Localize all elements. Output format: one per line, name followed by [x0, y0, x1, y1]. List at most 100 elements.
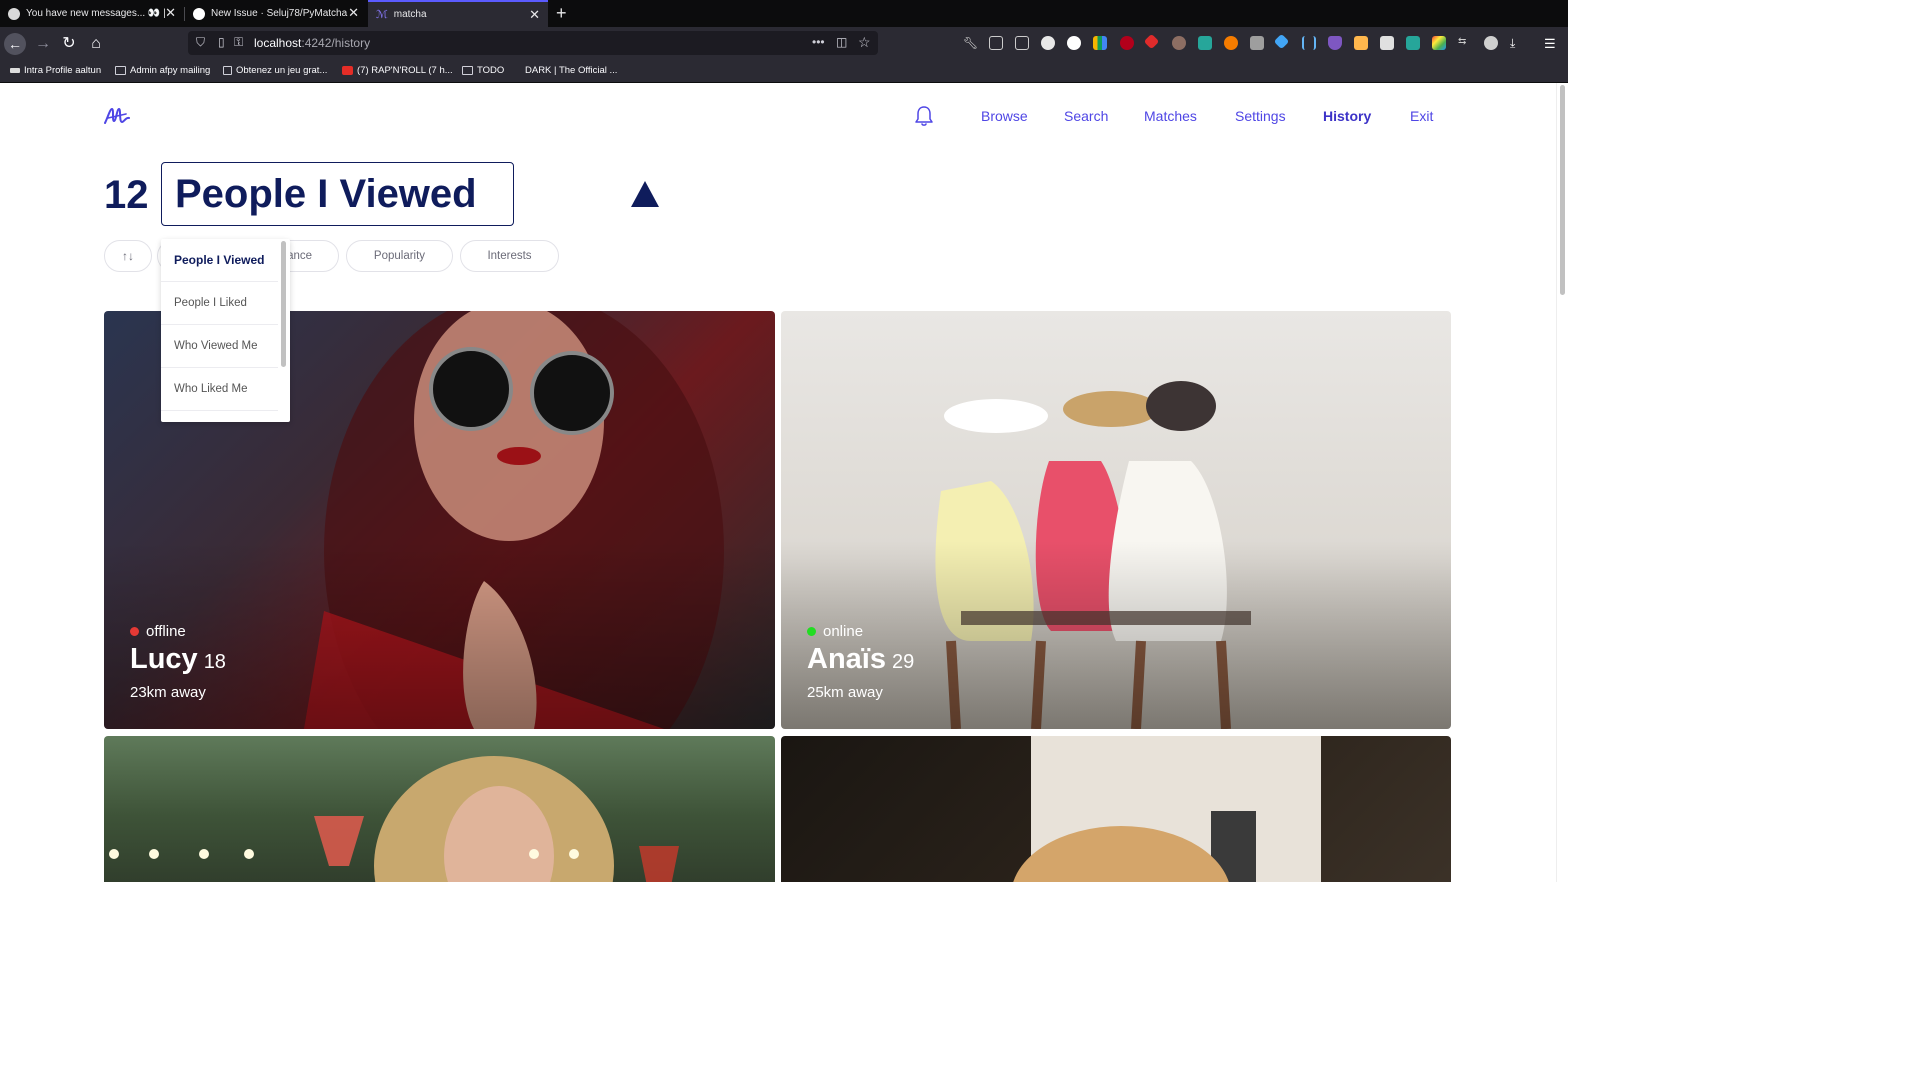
close-icon[interactable]: ✕ — [348, 6, 359, 20]
selected-view-label: People I Viewed — [175, 171, 477, 216]
profile-card[interactable] — [104, 736, 775, 882]
orange-ext-icon[interactable] — [1224, 36, 1238, 50]
bookmark-favicon — [515, 66, 521, 75]
url-text: localhost:4242/history — [254, 36, 371, 50]
color-ext-icon[interactable] — [1432, 36, 1446, 50]
arrows-ext-icon[interactable]: ⇆ — [1458, 36, 1472, 50]
tab-title: matcha — [393, 9, 427, 20]
reload-icon[interactable]: ↻ — [58, 33, 80, 55]
hamburger-menu-icon[interactable]: ☰ — [1544, 36, 1558, 51]
dropdown-option-who-liked-me[interactable]: Who Liked Me — [161, 368, 278, 411]
profile-age: 29 — [891, 651, 915, 673]
notification-ext-icon[interactable] — [1354, 36, 1368, 50]
columns-ext-icon[interactable] — [1302, 36, 1316, 50]
filter-interests-button[interactable]: Interests — [460, 240, 559, 272]
url-bar[interactable]: ⛉ ▯ ⚿ localhost:4242/history ••• ◫ ☆ — [188, 31, 878, 55]
profile-card[interactable] — [781, 736, 1451, 882]
teal-ext-icon[interactable] — [1198, 36, 1212, 50]
filter-popularity-button[interactable]: Popularity — [346, 240, 453, 272]
close-icon[interactable]: ✕ — [529, 8, 540, 22]
profile-name-text: Lucy — [130, 643, 198, 675]
nav-matches[interactable]: Matches — [1144, 108, 1197, 124]
bookmark-folder[interactable]: TODO — [462, 65, 504, 76]
apps-grid-icon[interactable] — [1380, 36, 1394, 50]
tab-matcha[interactable]: ℳ matcha ✕ — [368, 0, 548, 27]
matcha-logo-icon: ℳ — [376, 8, 388, 21]
shield-icon[interactable]: ⛉ — [196, 35, 205, 50]
nav-settings[interactable]: Settings — [1235, 108, 1286, 124]
dropdown-option-people-i-liked[interactable]: People I Liked — [161, 282, 278, 325]
dropdown-scrollbar[interactable] — [281, 241, 286, 367]
nav-exit[interactable]: Exit — [1410, 108, 1433, 124]
tab-github-issue[interactable]: New Issue · Seluj78/PyMatcha ✕ — [185, 0, 367, 27]
red-ext-icon[interactable] — [1143, 33, 1160, 50]
dropdown-option-people-i-viewed[interactable]: People I Viewed — [161, 239, 278, 282]
scrollbar-thumb[interactable] — [1560, 85, 1565, 295]
bell-icon[interactable] — [914, 105, 934, 127]
profile-name-text: Anaïs — [807, 643, 886, 675]
status-indicator: online — [807, 623, 863, 640]
nav-search[interactable]: Search — [1064, 108, 1108, 124]
purple-ext-icon[interactable] — [1328, 36, 1342, 50]
browser-tab-bar: You have new messages... 👀 | ✕ New Issue… — [0, 0, 1568, 27]
moon-ext-icon[interactable] — [1484, 36, 1498, 50]
folder-icon — [462, 66, 473, 75]
nav-browse[interactable]: Browse — [981, 108, 1028, 124]
blue-diamond-icon[interactable] — [1273, 33, 1290, 50]
status-label: offline — [146, 623, 186, 640]
tab-messages[interactable]: You have new messages... 👀 | ✕ — [0, 0, 184, 27]
bookmarks-bar: Intra Profile aaltun Admin afpy mailing … — [0, 60, 1568, 83]
browser-toolbar: ← → ↻ ⌂ ⛉ ▯ ⚿ localhost:4242/history •••… — [0, 27, 1568, 60]
brown-ext-icon[interactable] — [1172, 36, 1186, 50]
profile-photo — [109, 756, 679, 882]
sidebar-icon[interactable] — [1015, 36, 1029, 50]
home-icon[interactable]: ⌂ — [85, 33, 107, 55]
gray-ext-icon[interactable] — [1250, 36, 1264, 50]
tab-favicon — [8, 7, 20, 20]
profile-distance: 23km away — [130, 684, 206, 701]
profile-distance: 25km away — [807, 684, 883, 701]
bookmark-item[interactable]: Intra Profile aaltun — [10, 65, 101, 76]
pocket-icon[interactable]: ◫ — [836, 35, 847, 49]
page-scrollbar[interactable] — [1556, 83, 1568, 882]
folder-icon — [115, 66, 126, 75]
profile-photo — [1013, 736, 1321, 882]
bars-ext-icon[interactable] — [1093, 36, 1107, 50]
profile-name: Anaïs 29 — [807, 643, 914, 676]
bookmark-favicon — [223, 66, 232, 75]
dropdown-option-who-viewed-me[interactable]: Who Viewed Me — [161, 325, 278, 368]
history-view-select[interactable]: People I Viewed — [161, 162, 659, 226]
bookmark-folder[interactable]: Admin afpy mailing — [115, 65, 210, 76]
library-icon[interactable] — [989, 36, 1003, 50]
account-icon[interactable] — [1041, 36, 1055, 50]
profile-card[interactable]: online Anaïs 29 25km away — [781, 311, 1451, 729]
bookmark-item[interactable]: DARK | The Official ... — [515, 65, 617, 76]
back-arrow-icon[interactable]: ← — [4, 33, 26, 55]
tab-title: New Issue · Seluj78/PyMatcha — [211, 8, 348, 19]
forward-arrow-icon[interactable]: → — [32, 33, 54, 55]
page-icon[interactable]: ▯ — [218, 35, 225, 49]
bookmark-favicon — [10, 68, 20, 73]
page-content: Browse Search Matches Settings History E… — [0, 83, 1556, 882]
ublock-icon[interactable] — [1120, 36, 1134, 50]
bookmark-item[interactable]: (7) RAP'N'ROLL (7 h... — [342, 65, 453, 76]
s-ext-icon[interactable] — [1406, 36, 1420, 50]
wrench-icon[interactable]: 🔧︎ — [963, 36, 978, 50]
online-dot — [807, 627, 816, 636]
nav-history[interactable]: History — [1323, 108, 1371, 124]
caret-up-icon — [631, 181, 659, 207]
matcha-logo-icon[interactable] — [104, 105, 130, 127]
download-icon[interactable]: ⤓ — [1510, 36, 1524, 50]
sort-toggle-button[interactable]: ↑↓ — [104, 240, 152, 272]
view-dropdown-menu: People I Viewed People I Liked Who Viewe… — [161, 239, 290, 422]
more-actions-icon[interactable]: ••• — [812, 35, 825, 49]
permissions-icon[interactable]: ⚿ — [234, 35, 243, 50]
github-icon — [193, 7, 205, 20]
new-tab-icon[interactable]: + — [556, 3, 567, 23]
github-ext-icon[interactable] — [1067, 36, 1081, 50]
profile-age: 18 — [203, 651, 226, 673]
bookmark-star-icon[interactable]: ☆ — [858, 34, 871, 51]
history-count: 12 — [104, 173, 149, 217]
bookmark-item[interactable]: Obtenez un jeu grat... — [223, 65, 327, 76]
close-icon[interactable]: ✕ — [165, 6, 176, 20]
